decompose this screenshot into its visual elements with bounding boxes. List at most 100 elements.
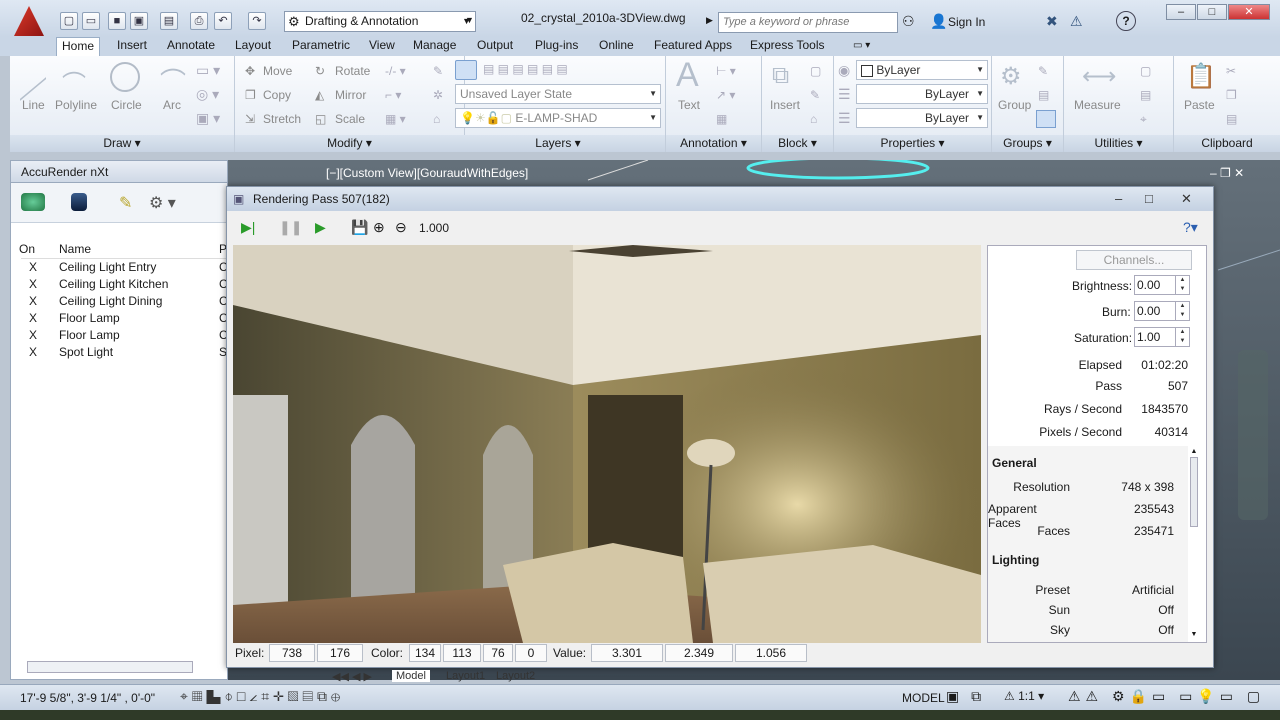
annotation-scale[interactable]: ⚠ 1:1 ▾ [1004, 689, 1044, 703]
offset-icon[interactable]: ⌂ [433, 112, 440, 126]
tab-model[interactable]: Model [392, 670, 430, 682]
brightness-spinner[interactable]: 0.00 ▲ ▼ [1134, 275, 1190, 295]
search-expand-icon[interactable]: ▶ [706, 15, 713, 26]
resume-icon[interactable]: ▶ [315, 219, 326, 236]
light-on[interactable]: X [29, 293, 37, 310]
viewport-icons[interactable]: ▣ ⧉ [946, 688, 985, 705]
rw-minimize-button[interactable]: – [1115, 187, 1122, 211]
block-panel-label[interactable]: Block ▾ [762, 135, 833, 152]
tab-home[interactable]: Home [56, 37, 101, 56]
tab-online[interactable]: Online [594, 37, 639, 56]
array-icon[interactable]: ▦ ▾ [385, 112, 406, 126]
plot-icon[interactable]: ▤ [160, 12, 178, 30]
tab-featured-apps[interactable]: Featured Apps [649, 37, 737, 56]
polyline-button[interactable]: Polyline [55, 98, 97, 112]
tab-layout2[interactable]: Layout2 [492, 670, 539, 682]
environment-icon[interactable] [71, 193, 87, 211]
pause-icon[interactable]: ❚❚ [279, 219, 302, 236]
spinner-arrows-icon[interactable]: ▲ ▼ [1175, 328, 1189, 346]
calculator-icon[interactable]: ▤ [1140, 88, 1151, 102]
quick-select-icon[interactable]: ▢ [1140, 64, 1151, 78]
lineweight-dropdown[interactable]: ByLayer ▼ [856, 108, 988, 128]
rendered-image[interactable] [233, 245, 981, 643]
cut-icon[interactable]: ✂ [1226, 64, 1236, 78]
render-icon[interactable] [21, 193, 45, 211]
light-on[interactable]: X [29, 259, 37, 276]
rotate-button[interactable]: Rotate [335, 64, 370, 78]
spinner-arrows-icon[interactable]: ▲ ▼ [1175, 276, 1189, 294]
ungroup-icon[interactable]: ✎ [1038, 64, 1048, 78]
layer-properties-icon[interactable] [455, 60, 477, 80]
color-dropdown[interactable]: ByLayer ▼ [856, 60, 988, 80]
rendering-window-titlebar[interactable]: ▣ Rendering Pass 507(182) – □ ✕ [227, 187, 1213, 211]
tab-layout1[interactable]: Layout1 [442, 670, 489, 682]
light-wand-icon[interactable]: ✎ [119, 193, 143, 212]
print-icon[interactable]: ⎙ [190, 12, 208, 30]
drafting-toggles-icons[interactable]: ⌖▦▙⌽□∠⌗✛▧▤⧉⊕ [180, 688, 344, 705]
modify-panel-label[interactable]: Modify ▾ [235, 135, 464, 152]
ribbon-minimize-icon[interactable]: ▭ ▾ [848, 37, 875, 56]
move-button[interactable]: Move [263, 64, 292, 78]
layer-state-dropdown[interactable]: Unsaved Layer State ▼ [455, 84, 661, 104]
copy-button[interactable]: Copy [263, 88, 291, 102]
text-button[interactable]: Text [678, 98, 700, 112]
connect-icon[interactable]: ⚠ [1070, 13, 1083, 30]
tab-annotate[interactable]: Annotate [162, 37, 220, 56]
light-row[interactable]: X Ceiling Light Entry C [21, 259, 229, 276]
save-image-icon[interactable]: 💾 [351, 219, 368, 236]
groups-panel-label[interactable]: Groups ▾ [992, 135, 1063, 152]
layers-panel-label[interactable]: Layers ▾ [451, 135, 665, 152]
save-as-icon[interactable]: ▣ [130, 12, 148, 30]
table-icon[interactable]: ▦ [716, 112, 727, 126]
copy-clip-icon[interactable]: ❐ [1226, 88, 1237, 102]
channels-button[interactable]: Channels... [1076, 250, 1192, 270]
tab-manage[interactable]: Manage [408, 37, 461, 56]
fillet-icon[interactable]: ⌐ ▾ [385, 88, 401, 102]
erase-icon[interactable]: ✎ [433, 64, 443, 78]
arc-button[interactable]: Arc [163, 98, 181, 112]
zoom-in-icon[interactable]: ⊕ [373, 219, 385, 236]
utilities-panel-label[interactable]: Utilities ▾ [1064, 135, 1173, 152]
info-scrollbar[interactable]: ▲ ▼ [1188, 448, 1200, 638]
group-button[interactable]: Group [998, 98, 1031, 112]
paste-button[interactable]: Paste [1184, 98, 1215, 112]
light-row[interactable]: X Ceiling Light Dining C [21, 293, 229, 310]
light-row[interactable]: X Floor Lamp C [21, 310, 229, 327]
undo-icon[interactable]: ↶ [214, 12, 232, 30]
id-point-icon[interactable]: ⌖ [1140, 112, 1147, 127]
dimension-icon[interactable]: ⊢ ▾ [716, 64, 736, 78]
spinner-arrows-icon[interactable]: ▲ ▼ [1175, 302, 1189, 320]
scroll-down-icon[interactable]: ▼ [1188, 631, 1200, 638]
edit-block-icon[interactable]: ✎ [810, 88, 820, 102]
qat-customize-icon[interactable]: ▼ [465, 15, 474, 25]
model-space-button[interactable]: MODEL [902, 691, 945, 705]
light-row[interactable]: X Floor Lamp C [21, 327, 229, 344]
close-button[interactable]: ✕ [1228, 4, 1270, 20]
group-selection-icon[interactable] [1036, 110, 1056, 128]
current-layer-dropdown[interactable]: 💡☀🔓▢ E-LAMP-SHAD ▼ [455, 108, 661, 128]
viewport-label[interactable]: [−][Custom View][GouraudWithEdges] [326, 166, 528, 180]
tab-view[interactable]: View [364, 37, 400, 56]
binoculars-icon[interactable]: ⚇ [902, 13, 915, 30]
trim-icon[interactable]: -/- ▾ [385, 64, 406, 78]
attribute-icon[interactable]: ⌂ [810, 112, 817, 126]
clipboard-panel-label[interactable]: Clipboard [1174, 135, 1280, 152]
column-on[interactable]: On [19, 239, 35, 259]
mirror-button[interactable]: Mirror [335, 88, 366, 102]
group-edit-icon[interactable]: ▤ [1038, 88, 1049, 102]
scroll-up-icon[interactable]: ▲ [1188, 448, 1200, 455]
explode-icon[interactable]: ✲ [433, 88, 443, 102]
light-row[interactable]: X Ceiling Light Kitchen C [21, 276, 229, 293]
open-file-icon[interactable]: ▭ [82, 12, 100, 30]
redo-icon[interactable]: ↷ [248, 12, 266, 30]
draw-panel-label[interactable]: Draw ▾ [10, 135, 234, 152]
measure-button[interactable]: Measure [1074, 98, 1121, 112]
zoom-out-icon[interactable]: ⊖ [395, 219, 407, 236]
scroll-thumb[interactable] [1190, 457, 1198, 527]
rw-maximize-button[interactable]: □ [1145, 187, 1153, 211]
workspace-dropdown[interactable]: ⚙ Drafting & Annotation ▼ [284, 11, 476, 32]
linetype-dropdown[interactable]: ByLayer ▼ [856, 84, 988, 104]
tab-parametric[interactable]: Parametric [287, 37, 355, 56]
boundary-icon[interactable]: ▣ ▾ [196, 110, 220, 127]
column-name[interactable]: Name [59, 239, 91, 259]
